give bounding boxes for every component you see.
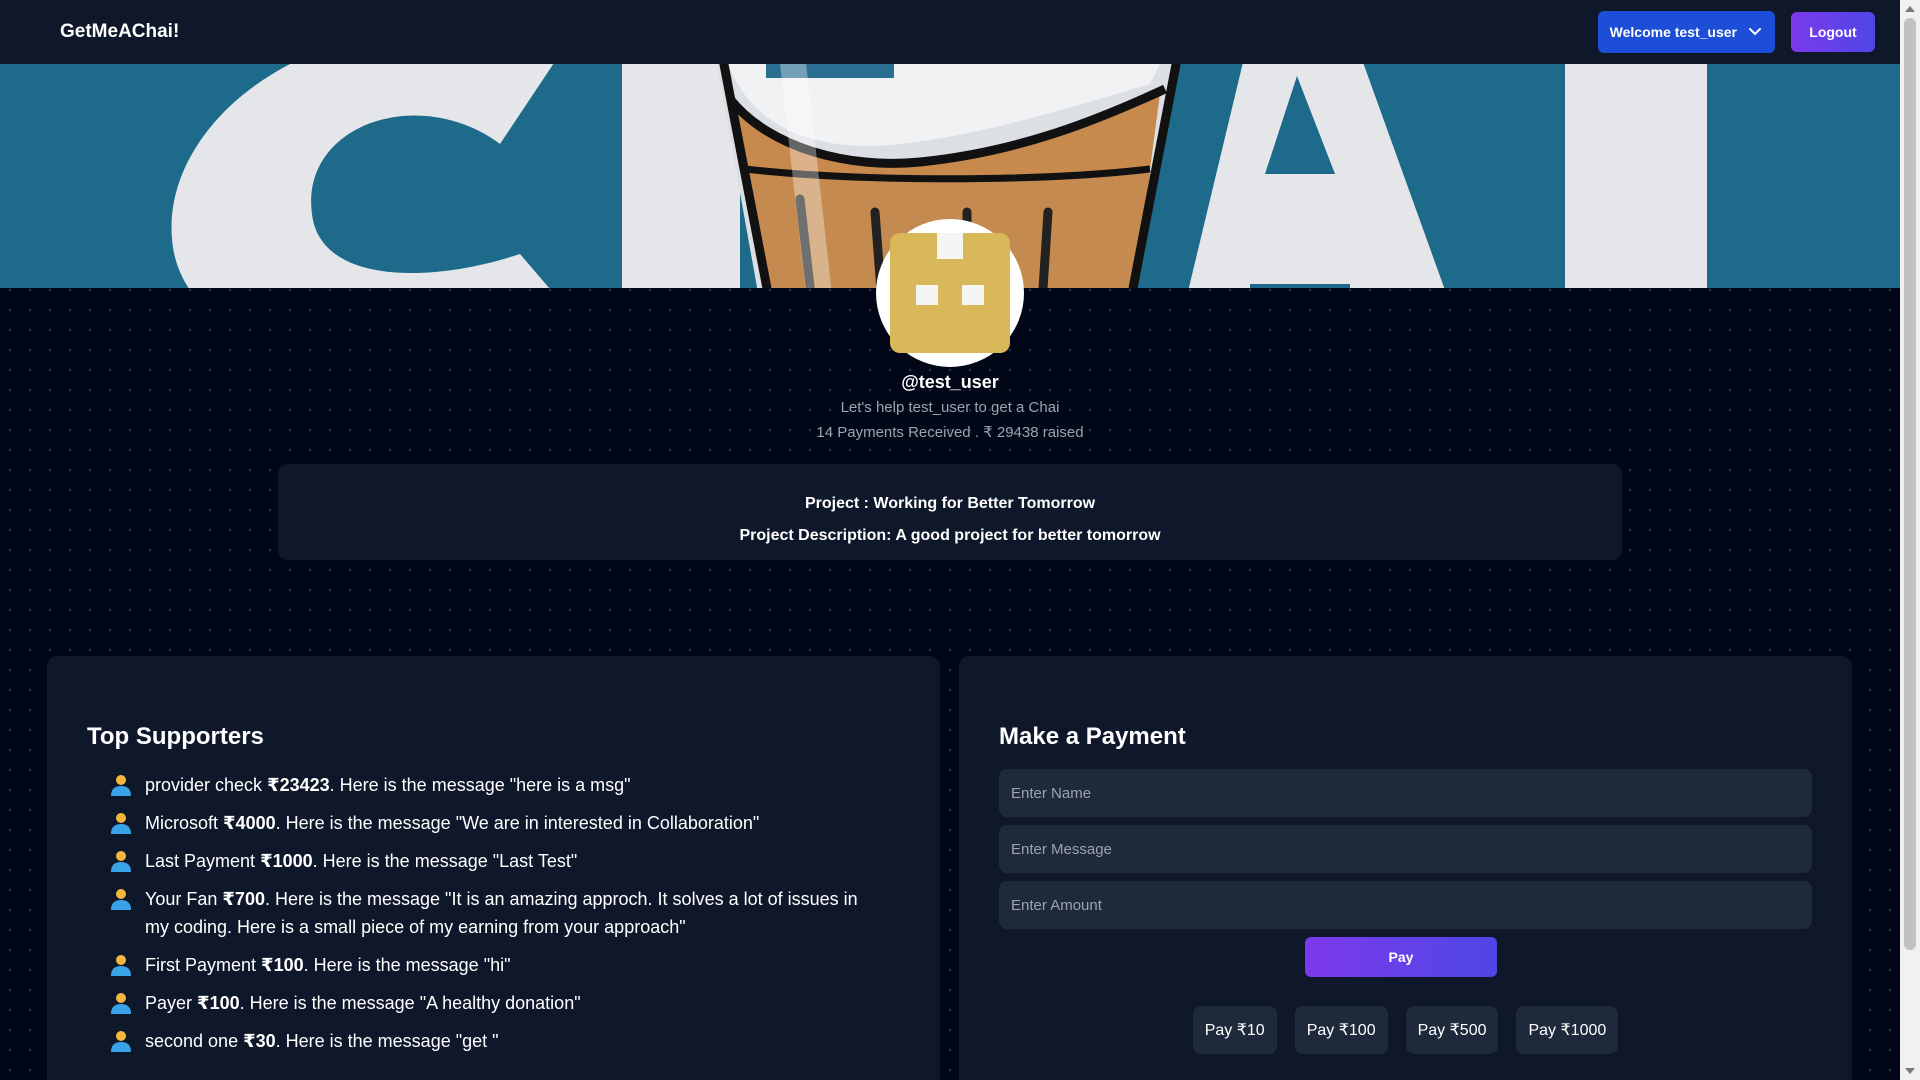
robot-avatar-icon — [879, 222, 1021, 364]
supporter-name: Payer — [145, 993, 193, 1013]
pay-1000-button[interactable]: Pay ₹1000 — [1516, 1006, 1619, 1054]
supporter-text: Payer ₹100. Here is the message "A healt… — [145, 989, 885, 1017]
scroll-up-arrow-icon[interactable] — [1905, 6, 1915, 12]
scrollbar-thumb[interactable] — [1904, 18, 1916, 950]
user-avatar-icon — [109, 951, 133, 979]
top-navbar: GetMeAChai! Welcome test_user Logout — [0, 0, 1900, 64]
supporter-amount: ₹100 — [197, 993, 240, 1013]
supporter-amount: ₹30 — [243, 1031, 276, 1051]
supporter-message: . Here is the message "We are in interes… — [275, 813, 760, 833]
supporter-text: Microsoft ₹4000. Here is the message "We… — [145, 809, 885, 837]
profile-tagline: Let's help test_user to get a Chai — [840, 399, 1060, 416]
supporter-amount: ₹4000 — [223, 813, 276, 833]
project-description: Project Description: A good project for … — [739, 527, 1161, 544]
supporter-name: Last Payment — [145, 851, 256, 871]
logout-button[interactable]: Logout — [1791, 12, 1875, 52]
supporter-amount: ₹100 — [261, 955, 304, 975]
welcome-label: Welcome test_user — [1609, 24, 1737, 40]
message-input[interactable] — [999, 825, 1812, 873]
user-avatar-icon — [109, 809, 133, 837]
user-avatar-icon — [109, 1027, 133, 1055]
user-avatar-icon — [109, 989, 133, 1017]
supporter-item: Your Fan ₹700. Here is the message "It i… — [109, 885, 900, 941]
supporter-text: second one ₹30. Here is the message "get… — [145, 1027, 885, 1055]
supporter-item: Last Payment ₹1000. Here is the message … — [109, 847, 900, 875]
supporter-message: . Here is the message "here is a msg" — [329, 775, 631, 795]
supporter-text: Your Fan ₹700. Here is the message "It i… — [145, 885, 885, 941]
user-avatar-icon — [109, 847, 133, 875]
profile-avatar — [876, 219, 1024, 367]
supporter-item: provider check ₹23423. Here is the messa… — [109, 771, 900, 799]
supporter-amount: ₹700 — [222, 889, 265, 909]
profile-username: @test_user — [901, 372, 999, 392]
supporter-item: second one ₹30. Here is the message "get… — [109, 1027, 900, 1055]
supporter-message: . Here is the message "A healthy donatio… — [239, 993, 581, 1013]
supporter-name: First Payment — [145, 955, 257, 975]
project-title: Project : Working for Better Tomorrow — [804, 495, 1096, 512]
pay-10-button[interactable]: Pay ₹10 — [1192, 1006, 1277, 1054]
top-supporters-panel: Top Supporters provider check ₹23423. He… — [47, 656, 940, 1080]
scroll-down-arrow-icon[interactable] — [1905, 1068, 1915, 1074]
supporter-message: . Here is the message "get " — [275, 1031, 499, 1051]
supporter-text: provider check ₹23423. Here is the messa… — [145, 771, 885, 799]
supporter-amount: ₹23423 — [267, 775, 330, 795]
pay-button[interactable]: Pay — [1305, 937, 1497, 977]
welcome-dropdown-button[interactable]: Welcome test_user — [1597, 11, 1775, 53]
profile-stats: 14 Payments Received . ₹ 29438 raised — [816, 424, 1084, 441]
chevron-down-icon — [1749, 28, 1761, 36]
payment-heading: Make a Payment — [999, 723, 1186, 750]
brand-logo[interactable]: GetMeAChai! — [60, 21, 179, 43]
supporter-text: First Payment ₹100. Here is the message … — [145, 951, 885, 979]
supporter-item: Microsoft ₹4000. Here is the message "We… — [109, 809, 900, 837]
supporter-message: . Here is the message "Last Test" — [312, 851, 578, 871]
make-payment-panel: Make a Payment Pay Pay ₹10 Pay ₹100 Pay … — [959, 656, 1852, 1080]
page-scrollbar[interactable] — [1900, 0, 1920, 1080]
supporter-item: First Payment ₹100. Here is the message … — [109, 951, 900, 979]
user-avatar-icon — [109, 771, 133, 799]
supporters-heading: Top Supporters — [87, 723, 264, 750]
nav-actions: Welcome test_user Logout — [1597, 11, 1875, 53]
supporter-name: second one — [145, 1031, 239, 1051]
pay-100-button[interactable]: Pay ₹100 — [1294, 1006, 1388, 1054]
name-input[interactable] — [999, 769, 1812, 817]
supporters-list: provider check ₹23423. Here is the messa… — [87, 771, 900, 1055]
supporter-item: Payer ₹100. Here is the message "A healt… — [109, 989, 900, 1017]
supporter-name: Your Fan — [145, 889, 218, 909]
project-card: Project : Working for Better Tomorrow Pr… — [278, 464, 1622, 560]
supporter-name: Microsoft — [145, 813, 219, 833]
quick-pay-options: Pay ₹10 Pay ₹100 Pay ₹500 Pay ₹1000 — [999, 1006, 1812, 1054]
pay-500-button[interactable]: Pay ₹500 — [1405, 1006, 1499, 1054]
supporter-text: Last Payment ₹1000. Here is the message … — [145, 847, 885, 875]
supporter-name: provider check — [145, 775, 263, 795]
user-avatar-icon — [109, 885, 133, 913]
supporter-message: . Here is the message "hi" — [303, 955, 511, 975]
supporter-amount: ₹1000 — [260, 851, 313, 871]
amount-input[interactable] — [999, 881, 1812, 929]
